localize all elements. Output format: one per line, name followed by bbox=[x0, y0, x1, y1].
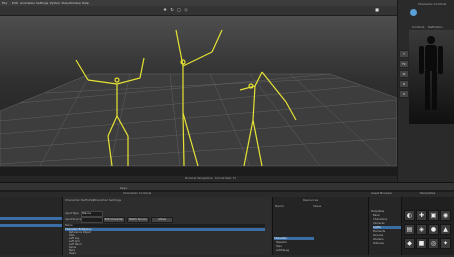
templates-grid: Templates ◐ ✚ ▣ ◉ ▤ ◈ ● ▲ ◆ ■ ◎ ✦ bbox=[401, 191, 454, 255]
list-item[interactable]: Hips bbox=[276, 245, 282, 248]
character-controls-editor: Character Controls Character Definition … bbox=[63, 191, 271, 255]
tab-definition[interactable]: Definition bbox=[428, 25, 443, 29]
character-silhouette-view[interactable] bbox=[409, 30, 454, 124]
list-item[interactable]: Character Extension bbox=[65, 228, 265, 231]
navigator-title: Character Controls bbox=[418, 2, 447, 6]
menu-file[interactable]: File bbox=[2, 1, 7, 5]
camera-icon[interactable]: ■ bbox=[375, 8, 379, 12]
menu-help[interactable]: Help bbox=[82, 1, 89, 5]
3d-viewport[interactable] bbox=[0, 16, 397, 182]
menu-python-tools[interactable]: Python Tools bbox=[50, 1, 69, 5]
tree-item[interactable]: Characters bbox=[373, 218, 387, 221]
template-tile[interactable]: ✦ bbox=[440, 238, 451, 249]
resources-panel: Resources Name Value Character Skeleton … bbox=[272, 197, 369, 255]
tree-item[interactable]: Devices bbox=[373, 234, 383, 237]
side-button-t[interactable]: T bbox=[399, 50, 409, 58]
viewport-status-text: Producer Perspective · Current take: T1 bbox=[185, 177, 236, 180]
floor-grid bbox=[0, 73, 397, 167]
tools-title: Templates bbox=[420, 191, 436, 195]
template-tile[interactable]: ▣ bbox=[428, 210, 439, 221]
list-item[interactable]: LeftUpLeg bbox=[276, 249, 289, 252]
active-button[interactable]: Active bbox=[151, 217, 173, 223]
side-button-fk[interactable]: FK bbox=[399, 60, 409, 68]
resources-col-value: Value bbox=[313, 204, 322, 208]
template-tile[interactable]: ◆ bbox=[404, 238, 415, 249]
template-tile[interactable]: ◈ bbox=[416, 224, 427, 235]
navigator-list bbox=[0, 197, 63, 255]
asset-tree: Asset Browser Templates Basic Characters… bbox=[368, 191, 402, 255]
menu-edit[interactable]: Edit bbox=[12, 1, 18, 5]
list-item[interactable]: Skeleton bbox=[276, 241, 287, 244]
move-icon[interactable]: ✥ bbox=[163, 8, 167, 12]
match-source-button[interactable]: Match Source bbox=[127, 217, 149, 223]
template-tile[interactable]: ◉ bbox=[440, 210, 451, 221]
template-tile[interactable]: ▲ bbox=[440, 224, 451, 235]
filters-title: Character Controls bbox=[123, 191, 152, 195]
menu-window[interactable]: Window bbox=[69, 1, 81, 5]
tree-item[interactable]: Textures bbox=[373, 242, 384, 245]
template-tile[interactable]: ◐ bbox=[404, 210, 415, 221]
resources-col-name: Name bbox=[275, 204, 284, 208]
template-tile[interactable]: ● bbox=[428, 224, 439, 235]
side-button-ik[interactable]: IK bbox=[399, 70, 409, 78]
edit-character-button[interactable]: Edit Character bbox=[103, 217, 125, 223]
list-item[interactable] bbox=[0, 217, 62, 220]
input-source-label: Input Source bbox=[65, 218, 82, 221]
tree-item[interactable]: Shaders bbox=[373, 238, 384, 241]
tree-item[interactable]: Templates bbox=[371, 210, 384, 213]
template-tile[interactable]: ■ bbox=[416, 238, 427, 249]
template-tile[interactable]: ◎ bbox=[428, 238, 439, 249]
side-button-p[interactable]: P bbox=[399, 90, 409, 98]
menu-settings[interactable]: Settings bbox=[36, 1, 48, 5]
resources-title: Resources bbox=[303, 198, 319, 202]
tab-controls[interactable]: Controls bbox=[412, 25, 424, 29]
side-button-r[interactable]: R bbox=[399, 80, 409, 88]
body-silhouette-icon bbox=[419, 36, 443, 110]
tree-item[interactable]: Cameras bbox=[373, 222, 385, 225]
tree-item[interactable]: Lights bbox=[373, 226, 401, 229]
viewer-toolbar bbox=[0, 6, 400, 16]
tab-character-settings[interactable]: Character Settings bbox=[93, 198, 121, 202]
menu-animation[interactable]: Animation bbox=[20, 1, 35, 5]
select-icon[interactable]: ◇ bbox=[184, 8, 188, 12]
tab-character-definition[interactable]: Character Definition bbox=[65, 198, 95, 202]
tree-item[interactable]: Elements bbox=[373, 230, 385, 233]
input-type-label: Input Type bbox=[65, 212, 79, 215]
list-item[interactable] bbox=[0, 224, 62, 227]
list-header: Name bbox=[65, 224, 265, 227]
list-item[interactable]: Character bbox=[274, 237, 314, 240]
template-tile[interactable]: ▤ bbox=[404, 224, 415, 235]
tree-title: Asset Browser bbox=[371, 191, 393, 195]
input-source-field[interactable] bbox=[81, 217, 103, 223]
character-icon[interactable] bbox=[410, 9, 417, 16]
rotate-icon[interactable]: ↻ bbox=[170, 8, 174, 12]
scale-icon[interactable]: ▢ bbox=[177, 8, 181, 12]
template-tile[interactable]: ✚ bbox=[416, 210, 427, 221]
tree-item[interactable]: Basic bbox=[373, 214, 380, 217]
scene-canvas bbox=[0, 29, 397, 167]
